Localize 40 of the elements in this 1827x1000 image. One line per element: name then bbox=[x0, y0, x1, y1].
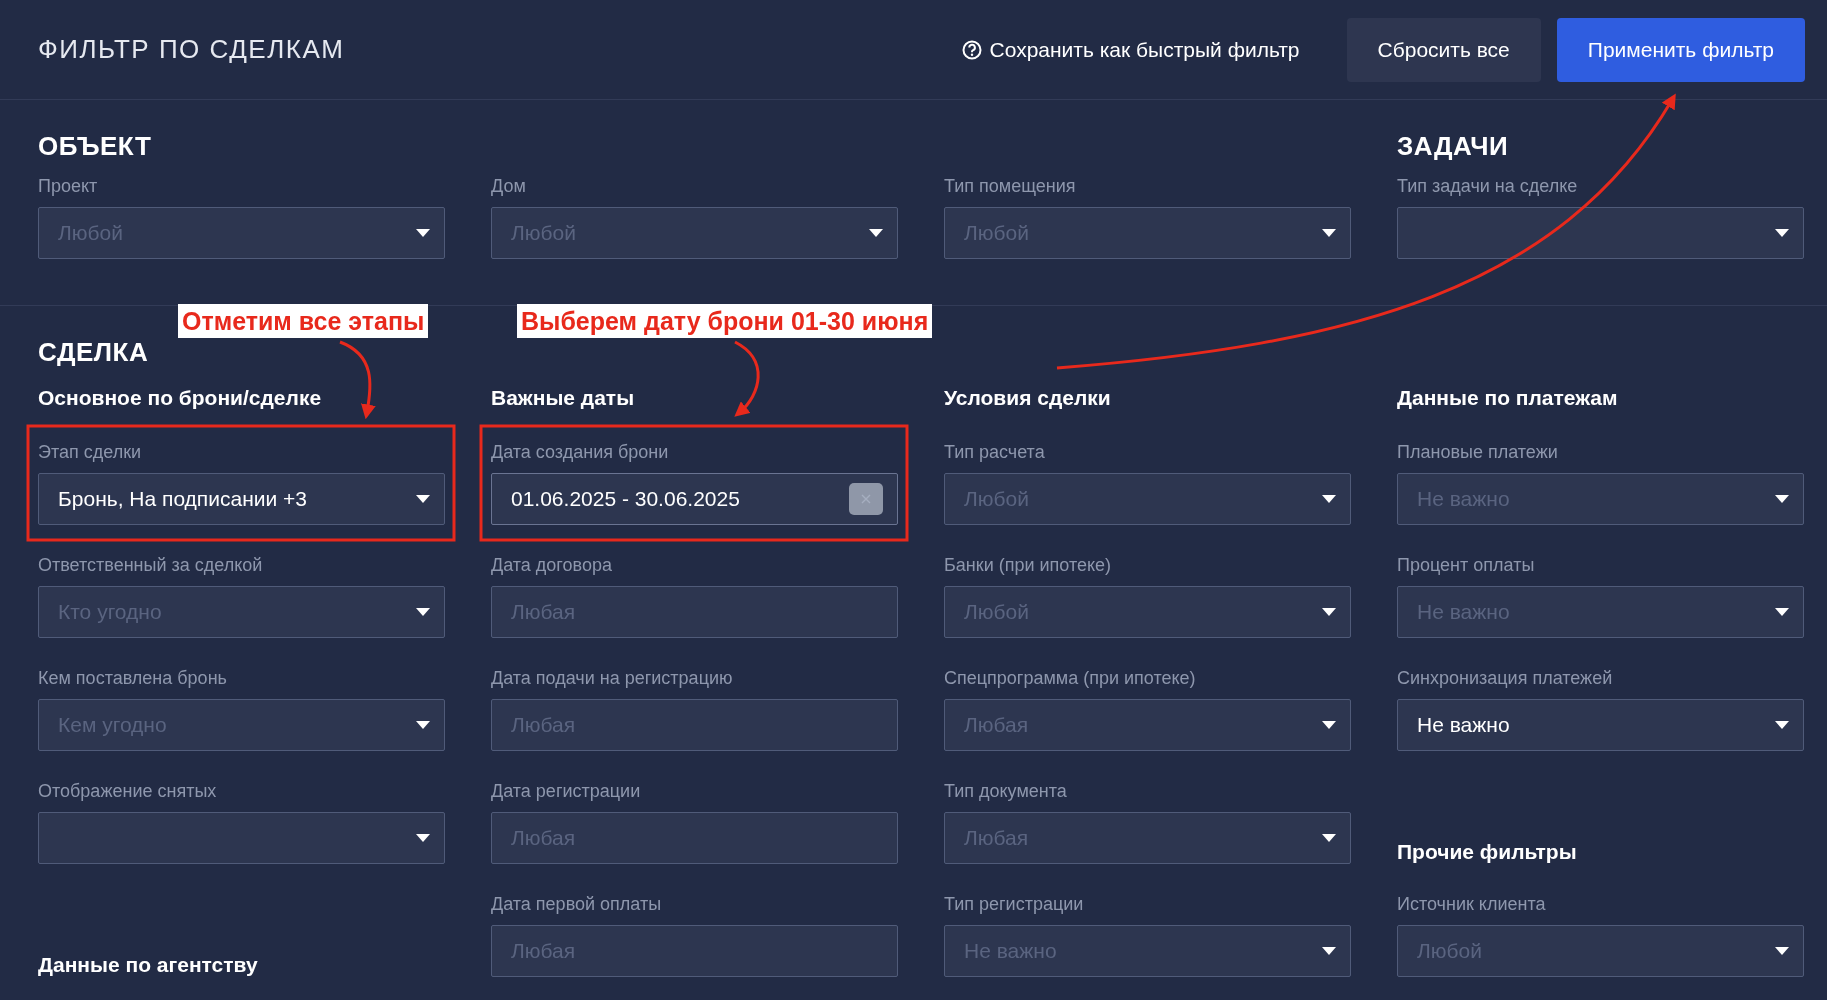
group-heading: Важные даты bbox=[491, 385, 635, 411]
field-label: Проект bbox=[38, 175, 98, 197]
page-title: ФИЛЬТР ПО СДЕЛКАМ bbox=[38, 34, 346, 65]
field-label: Синхронизация платежей bbox=[1397, 667, 1613, 689]
field-label: Тип документа bbox=[944, 780, 1067, 802]
section-heading: ОБЪЕКТ bbox=[38, 130, 153, 162]
group-heading: Прочие фильтры bbox=[1397, 840, 1577, 864]
field-label: Плановые платежи bbox=[1397, 441, 1558, 463]
group-heading: Данные по агентству bbox=[38, 953, 258, 977]
apply-filter-button[interactable]: Применить фильтр bbox=[1556, 17, 1805, 82]
field-label: Отображение снятых bbox=[38, 780, 217, 802]
date-range-field[interactable]: 01.06.2025 - 30.06.2025 bbox=[491, 473, 898, 525]
field-label: Дата создания брони bbox=[491, 441, 669, 463]
field-label: Кем поставлена бронь bbox=[38, 667, 227, 689]
field-label: Источник клиента bbox=[1397, 893, 1546, 915]
section-heading: СДЕЛКА bbox=[38, 336, 150, 368]
group-heading: Основное по брони/сделке bbox=[38, 385, 322, 411]
field-label: Тип расчета bbox=[944, 441, 1045, 463]
annotation-label: Выберем дату брони 01-30 июня bbox=[517, 304, 933, 338]
field-label: Тип задачи на сделке bbox=[1397, 175, 1578, 197]
field-label: Дата первой оплаты bbox=[491, 893, 662, 915]
save-quick-filter-link[interactable]: Сохранить как быстрый фильтр bbox=[961, 37, 1300, 62]
section-heading: ЗАДАЧИ bbox=[1397, 130, 1510, 162]
field-label: Дата подачи на регистрацию bbox=[491, 667, 733, 689]
field-label: Банки (при ипотеке) bbox=[944, 554, 1112, 576]
field-label: Тип регистрации bbox=[944, 893, 1084, 915]
reset-button[interactable]: Сбросить все bbox=[1346, 17, 1541, 82]
field-label: Ответственный за сделкой bbox=[38, 554, 263, 576]
annotation-label: Отметим все этапы bbox=[178, 304, 429, 338]
field-label: Дата договора bbox=[491, 554, 612, 576]
dropdown-field[interactable]: Бронь, На подписании +3 bbox=[38, 473, 445, 525]
field-label: Тип помещения bbox=[944, 175, 1076, 197]
field-label: Спецпрограмма (при ипотеке) bbox=[944, 667, 1196, 689]
group-heading: Данные по платежам bbox=[1397, 385, 1618, 411]
dropdown-field[interactable]: Не важно bbox=[1397, 699, 1804, 751]
group-heading: Условия сделки bbox=[944, 385, 1111, 411]
field-label: Этап сделки bbox=[38, 441, 142, 463]
field-label: Дом bbox=[491, 175, 526, 197]
field-label: Процент оплаты bbox=[1397, 554, 1535, 576]
field-label: Дата регистрации bbox=[491, 780, 641, 802]
